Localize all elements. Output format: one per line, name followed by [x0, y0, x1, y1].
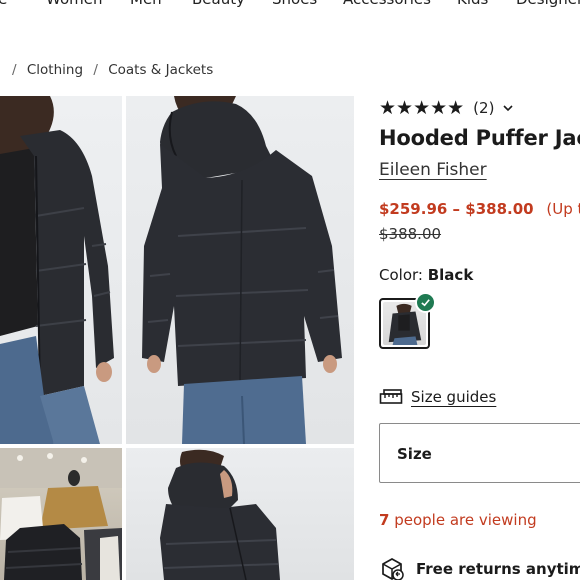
nav-item-men[interactable]: Men — [130, 0, 162, 8]
nav-item-shoes[interactable]: Shoes — [272, 0, 317, 8]
discount-percent: (Up to — [546, 200, 580, 218]
sale-price: $259.96 – $388.00 — [379, 200, 534, 218]
breadcrumb-coats-jackets[interactable]: Coats & Jackets — [108, 62, 213, 78]
brand-link[interactable]: Eileen Fisher — [379, 160, 487, 180]
breadcrumb: / Clothing / Coats & Jackets — [6, 62, 213, 78]
nav-item-women[interactable]: Women — [46, 0, 102, 8]
product-image-front[interactable] — [0, 96, 122, 444]
size-guide-ruler-icon — [379, 389, 403, 404]
product-image-store[interactable] — [0, 448, 122, 580]
color-label-text: Color: — [379, 266, 423, 284]
product-image-back[interactable] — [126, 96, 354, 444]
checkmark-icon — [421, 299, 430, 307]
product-title: Hooded Puffer Jack — [379, 126, 580, 150]
price-row: $259.96 – $388.00 (Up to — [379, 200, 580, 218]
rating-summary[interactable]: ★★★★★ (2) — [379, 97, 514, 119]
size-guides-label: Size guides — [411, 388, 497, 406]
color-label: Color: Black — [379, 266, 473, 284]
nav-item-designer[interactable]: Designer — [516, 0, 580, 8]
nav-item-beauty[interactable]: Beauty — [192, 0, 245, 8]
nav-item-accessories[interactable]: Accessories — [343, 0, 431, 8]
selected-checkmark-icon — [415, 292, 436, 313]
viewing-text: people are viewing — [394, 511, 537, 529]
breadcrumb-separator: / — [93, 62, 98, 78]
original-price: $388.00 — [379, 225, 442, 243]
size-guides-link[interactable]: Size guides — [379, 388, 496, 406]
nav-item-sale[interactable]: le — [0, 0, 7, 8]
top-nav: le Women Men Beauty Shoes Accessories Ki… — [0, 0, 580, 10]
chevron-down-icon — [503, 105, 513, 112]
breadcrumb-clothing[interactable]: Clothing — [27, 62, 83, 78]
free-returns: Free returns anytime — [379, 556, 580, 580]
review-count: (2) — [473, 99, 495, 117]
viewing-count: 7 — [379, 511, 390, 529]
size-select[interactable]: Size — [379, 423, 580, 483]
selected-color: Black — [427, 266, 474, 284]
breadcrumb-separator: / — [12, 62, 17, 78]
returns-box-icon — [382, 558, 404, 580]
viewing-notice: 7 people are viewing — [379, 511, 537, 529]
star-rating: ★★★★★ — [379, 96, 465, 119]
nav-item-kids[interactable]: Kids — [457, 0, 488, 8]
size-select-label: Size — [397, 445, 432, 463]
free-returns-label: Free returns anytime — [416, 560, 580, 578]
product-image-side[interactable] — [126, 448, 354, 580]
